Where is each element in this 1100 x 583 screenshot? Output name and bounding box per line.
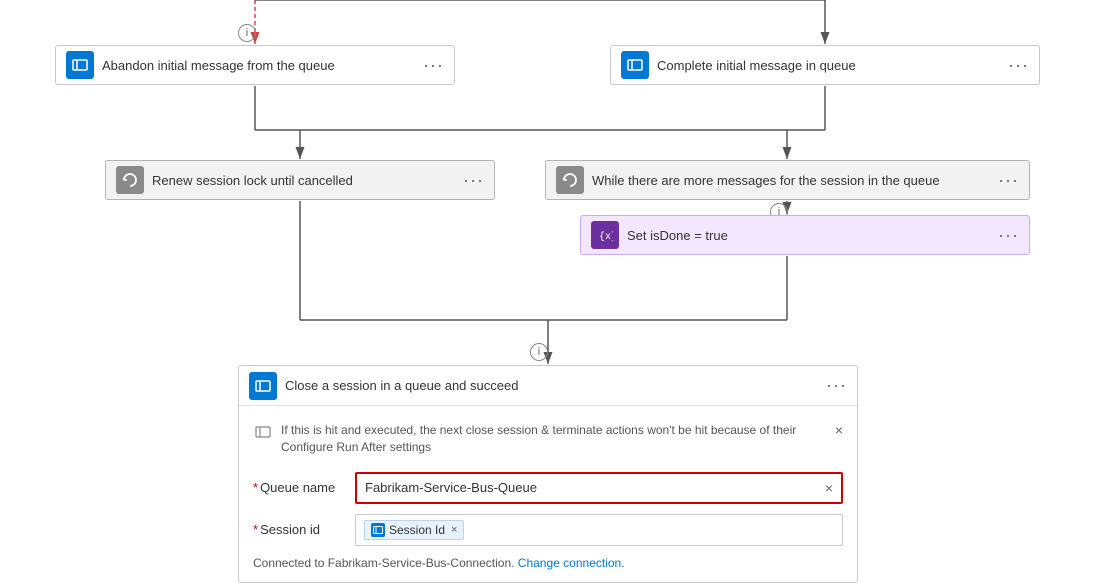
node-abandon: Abandon initial message from the queue ·… [55, 45, 455, 85]
abandon-more[interactable]: ··· [423, 55, 444, 76]
session-id-tag: Session Id × [364, 520, 464, 540]
set-more[interactable]: ··· [998, 225, 1019, 246]
session-tag-remove-button[interactable]: × [451, 524, 457, 536]
complete-icon [621, 51, 649, 79]
session-id-input[interactable]: Session Id × [355, 514, 843, 546]
close-session-body: If this is hit and executed, the next cl… [239, 406, 857, 582]
queue-name-clear-button[interactable]: × [825, 480, 833, 496]
set-label: Set isDone = true [627, 228, 990, 243]
node-set: {x} Set isDone = true ··· [580, 215, 1030, 255]
session-id-label: *Session id [253, 522, 343, 537]
close-session-more[interactable]: ··· [826, 375, 847, 396]
renew-more[interactable]: ··· [463, 170, 484, 191]
complete-label: Complete initial message in queue [657, 58, 1000, 73]
queue-name-field-row: *Queue name Fabrikam-Service-Bus-Queue × [253, 472, 843, 504]
while-label: While there are more messages for the se… [592, 173, 990, 188]
svg-text:{x}: {x} [599, 231, 613, 243]
close-session-label: Close a session in a queue and succeed [285, 378, 818, 393]
change-connection-link[interactable]: Change connection. [518, 556, 625, 570]
queue-name-label: *Queue name [253, 480, 343, 495]
close-session-info-bar: If this is hit and executed, the next cl… [253, 416, 843, 462]
close-session-header: Close a session in a queue and succeed ·… [239, 366, 857, 406]
node-while: While there are more messages for the se… [545, 160, 1030, 200]
queue-name-value: Fabrikam-Service-Bus-Queue [365, 480, 537, 495]
info-icon-top[interactable]: i [238, 24, 256, 42]
session-tag-icon [371, 523, 385, 537]
node-renew: Renew session lock until cancelled ··· [105, 160, 495, 200]
node-complete: Complete initial message in queue ··· [610, 45, 1040, 85]
complete-more[interactable]: ··· [1008, 55, 1029, 76]
node-close-session: Close a session in a queue and succeed ·… [238, 365, 858, 583]
info-icon-close[interactable]: i [530, 343, 548, 361]
connection-text: Connected to Fabrikam-Service-Bus-Connec… [253, 556, 843, 570]
renew-label: Renew session lock until cancelled [152, 173, 455, 188]
info-bar-text: If this is hit and executed, the next cl… [281, 422, 827, 456]
set-icon: {x} [591, 221, 619, 249]
while-more[interactable]: ··· [998, 170, 1019, 191]
while-icon [556, 166, 584, 194]
session-id-field-row: *Session id Session Id × [253, 514, 843, 546]
abandon-icon [66, 51, 94, 79]
workflow-canvas: i i i Abandon initial message from the q… [0, 0, 1100, 580]
session-tag-label: Session Id [389, 523, 445, 537]
close-session-icon [249, 372, 277, 400]
renew-icon [116, 166, 144, 194]
abandon-label: Abandon initial message from the queue [102, 58, 415, 73]
queue-name-input[interactable]: Fabrikam-Service-Bus-Queue × [355, 472, 843, 504]
connection-label: Connected to Fabrikam-Service-Bus-Connec… [253, 556, 514, 570]
info-bar-close-button[interactable]: × [835, 422, 843, 438]
info-bar-icon [253, 422, 273, 442]
